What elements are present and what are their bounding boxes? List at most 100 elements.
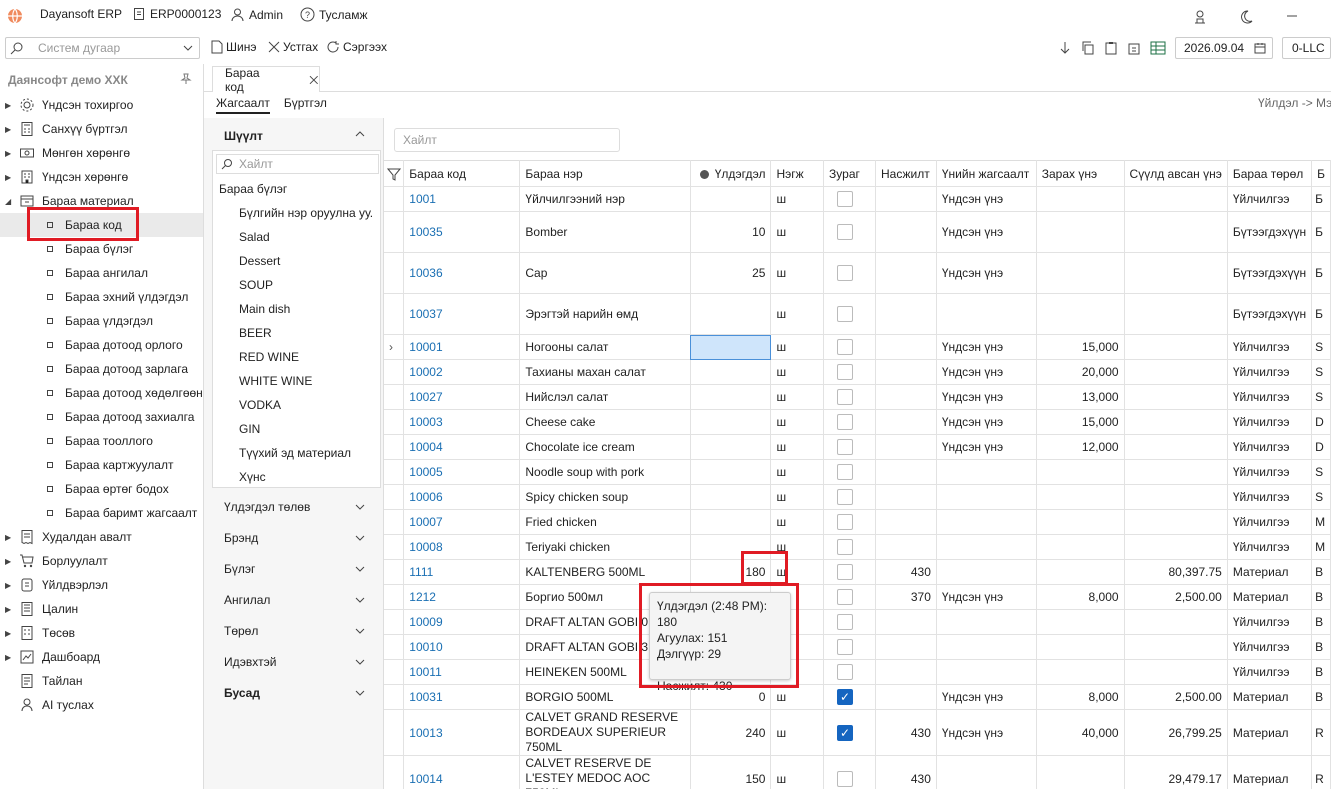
sidebar-item-a-2[interactable]: ▶ Мөнгөн хөрөнгө (0, 141, 203, 165)
sidebar-item-b-4[interactable]: ▶ Төсөв (0, 621, 203, 645)
sidebar-subitem-10[interactable]: Бараа картжуулалт (0, 453, 203, 477)
sidebar-subitem-12[interactable]: Бараа баримт жагсаалт (0, 501, 203, 525)
item-code-link[interactable]: 10035 (403, 211, 521, 253)
column-header[interactable]: Бараа нэр (519, 160, 691, 187)
expand-arrow-icon[interactable]: ▶ (5, 533, 14, 542)
item-code-link[interactable]: 10001 (403, 334, 521, 360)
item-code-link[interactable]: 1212 (403, 584, 521, 610)
tab-list[interactable]: Жагсаалт (216, 96, 270, 114)
sidebar-subitem-2[interactable]: Бараа ангилал (0, 261, 203, 285)
excel-icon[interactable] (1150, 41, 1166, 55)
table-row[interactable]: 1001 Үйлчилгээний нэр ш Үндсэн үнэ Үйлчилгээ… (384, 186, 1331, 212)
sidebar-item-b-0[interactable]: ▶ Худалдан авалт (0, 525, 203, 549)
filter-section-title[interactable]: Бусад (224, 686, 260, 700)
item-code-link[interactable]: 10027 (403, 384, 521, 410)
group-option[interactable]: BEER (239, 326, 272, 340)
table-row[interactable]: 10011 HEINEKEN 500ML Үйлчилгээ B (384, 659, 1331, 685)
delete-button[interactable]: Устгах (268, 40, 318, 54)
group-option[interactable]: VODKA (239, 398, 281, 412)
chevron-down-icon[interactable] (355, 502, 365, 512)
group-option[interactable]: RED WINE (239, 350, 299, 364)
checkbox[interactable] (837, 265, 854, 281)
table-row[interactable]: 10005 Noodle soup with pork ш Үйлчилгээ S (384, 459, 1331, 485)
expand-arrow-icon[interactable]: ▶ (5, 125, 14, 134)
dark-mode-icon[interactable] (1238, 9, 1254, 25)
item-code-link[interactable]: 10014 (403, 755, 521, 789)
column-header[interactable]: Бараа код (403, 160, 521, 187)
sidebar-item-a-0[interactable]: ▶ Үндсэн тохиргоо (0, 93, 203, 117)
column-header[interactable]: Зарах үнэ (1036, 160, 1125, 187)
table-row[interactable]: 1111 KALTENBERG 500ML 180 ш 430 80,397.75 Мате… (384, 559, 1331, 585)
grid-search-input[interactable]: Хайлт (394, 128, 620, 152)
expand-arrow-icon[interactable]: ▶ (5, 149, 14, 158)
tab-register[interactable]: Бүртгэл (284, 96, 327, 114)
item-code-link[interactable]: 10013 (403, 709, 521, 756)
column-header[interactable]: Үнийн жагсаалт (936, 160, 1037, 187)
group-header[interactable]: Бараа бүлэг (219, 182, 287, 196)
sidebar-item-a-3[interactable]: ▶ Үндсэн хөрөнгө (0, 165, 203, 189)
group-option[interactable]: Salad (239, 230, 270, 244)
chevron-down-icon[interactable] (355, 595, 365, 605)
group-option[interactable]: Түүхий эд материал (239, 446, 351, 460)
checkbox[interactable] (837, 414, 854, 430)
user-button[interactable]: Admin (230, 7, 283, 22)
item-code-link[interactable]: 1111 (403, 559, 521, 585)
sidebar-item-a-1[interactable]: ▶ Санхүү бүртгэл (0, 117, 203, 141)
table-row[interactable]: › 10001 Ногооны салат ш Үндсэн үнэ 15,000 Үйлч… (384, 334, 1331, 360)
group-option[interactable]: SOUP (239, 278, 273, 292)
table-row[interactable]: 1212Боргио 500млш370Үндсэн үнэ8,0002,500… (384, 584, 1331, 610)
download-icon[interactable] (1058, 41, 1072, 55)
pin-icon[interactable] (180, 73, 192, 85)
chevron-down-icon[interactable] (355, 657, 365, 667)
item-code-link[interactable]: 10031 (403, 684, 521, 710)
checkbox[interactable] (837, 224, 854, 240)
tab-item-code[interactable]: Бараа код (212, 66, 320, 94)
expand-arrow-icon[interactable]: ▶ (5, 605, 14, 614)
group-option[interactable]: Main dish (239, 302, 290, 316)
column-header[interactable]: Зураг (823, 160, 876, 187)
item-code-link[interactable]: 10009 (403, 609, 521, 635)
clipboard-icon[interactable] (1104, 41, 1118, 55)
expand-arrow-icon[interactable]: ▶ (5, 173, 14, 182)
column-header[interactable]: Бараа төрөл (1227, 160, 1313, 187)
refresh-button[interactable]: Сэргээх (326, 40, 387, 54)
sidebar-subitem-8[interactable]: Бараа дотоод захиалга (0, 405, 203, 429)
table-row[interactable]: 10014 CALVET RESERVE DE L'ESTEY MEDOC AOC… (384, 755, 1331, 789)
expand-arrow-icon[interactable]: ▶ (5, 101, 14, 110)
table-row[interactable]: 10035 Bomber 10 ш Үндсэн үнэ Бүтээгдэхүүн Б (384, 211, 1331, 253)
filter-section-title[interactable]: Үлдэгдэл төлөв (224, 500, 310, 514)
chevron-down-icon[interactable] (355, 688, 365, 698)
item-code-link[interactable]: 10037 (403, 293, 521, 335)
chevron-down-icon[interactable] (355, 533, 365, 543)
checkbox[interactable] (837, 564, 854, 580)
column-header[interactable]: Насжилт (875, 160, 937, 187)
checkbox[interactable] (837, 639, 854, 655)
checkbox[interactable] (837, 514, 854, 530)
filter-section-title[interactable]: Ангилал (224, 593, 270, 607)
sidebar-item-b-2[interactable]: ▶ Үйлдвэрлэл (0, 573, 203, 597)
item-code-link[interactable]: 10007 (403, 509, 521, 535)
close-icon[interactable] (309, 75, 319, 85)
sidebar-item-b-5[interactable]: ▶ Дашбоард (0, 645, 203, 669)
paste-icon[interactable] (1127, 41, 1141, 55)
group-option[interactable]: Хүнс (239, 470, 266, 484)
checkbox[interactable] (837, 439, 854, 455)
filter-section-title[interactable]: Идэвхтэй (224, 655, 276, 669)
expand-arrow-icon[interactable]: ▶ (5, 653, 14, 662)
expand-arrow-icon[interactable]: ▶ (5, 581, 14, 590)
item-code-link[interactable]: 10008 (403, 534, 521, 560)
table-row[interactable]: 10008 Teriyaki chicken ш Үйлчилгээ M (384, 534, 1331, 560)
item-code-link[interactable]: 10011 (403, 659, 521, 685)
item-code-link[interactable]: 10010 (403, 634, 521, 660)
table-row[interactable]: 10013 CALVET GRAND RESERVE BORDEAUX SUPER… (384, 709, 1331, 756)
filter-icon[interactable] (384, 160, 405, 187)
expanded-arrow-icon[interactable]: ◢ (5, 197, 14, 206)
column-header[interactable]: Б (1311, 160, 1331, 187)
system-number-search[interactable]: Систем дугаар (5, 37, 200, 59)
sidebar-subitem-3[interactable]: Бараа эхний үлдэгдэл (0, 285, 203, 309)
minimize-icon[interactable] (1286, 10, 1298, 22)
checkbox[interactable] (837, 339, 854, 355)
checkbox[interactable] (837, 539, 854, 555)
checkbox[interactable] (837, 770, 854, 787)
group-option[interactable]: GIN (239, 422, 260, 436)
